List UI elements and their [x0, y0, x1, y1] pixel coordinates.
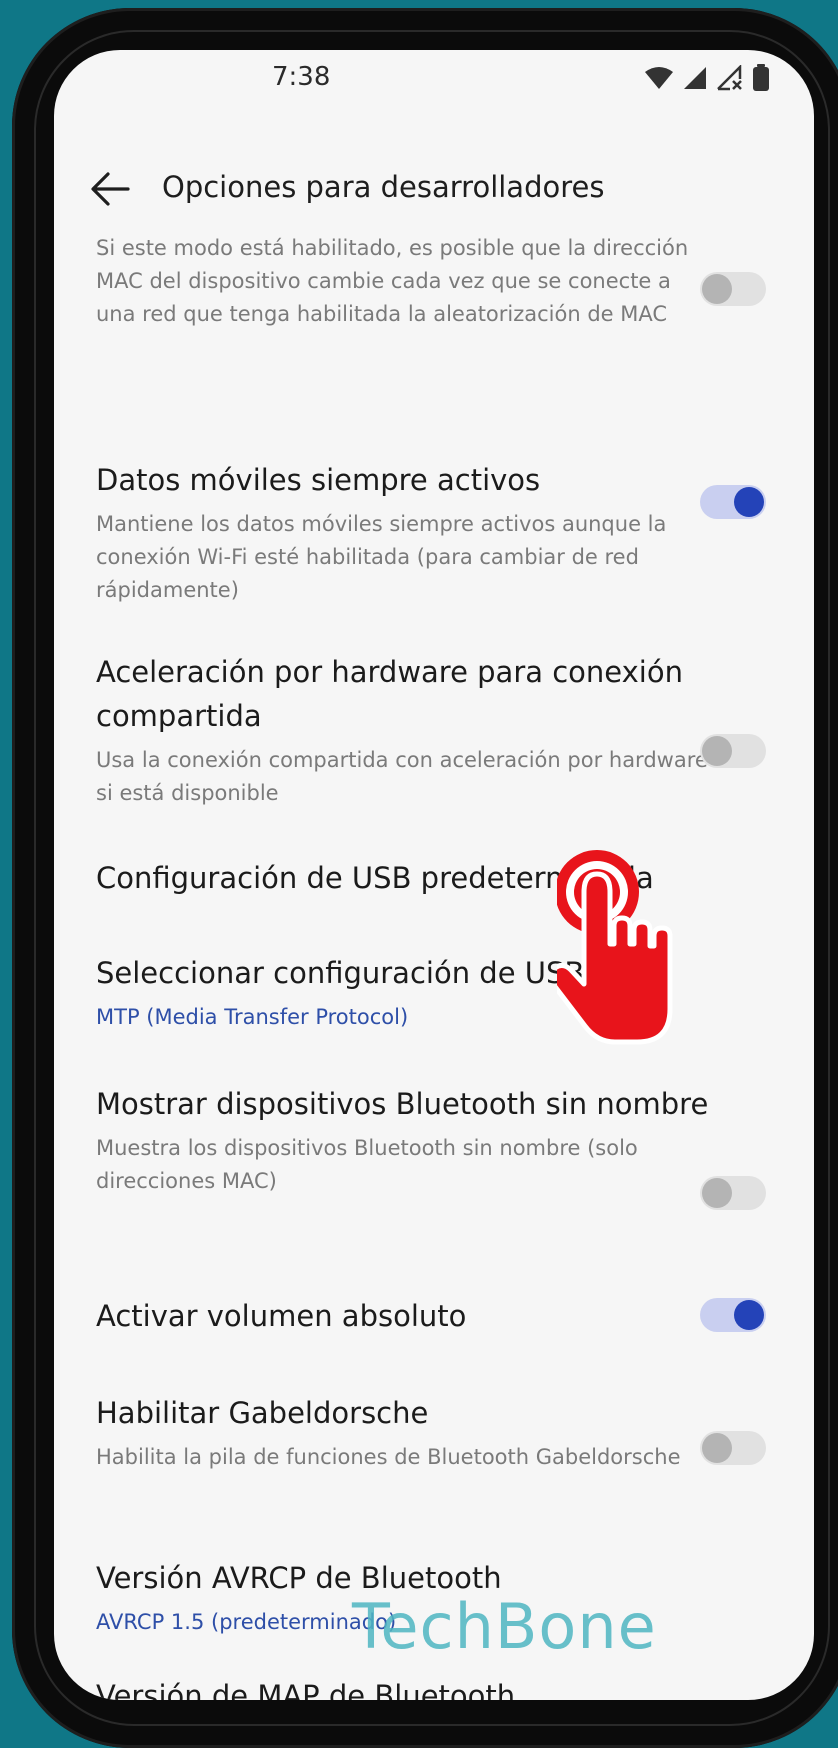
setting-description: Muestra los dispositivos Bluetooth sin n…	[96, 1136, 638, 1193]
signal-no-service-icon	[717, 65, 742, 91]
toggle-wifi-mac-randomization[interactable]	[700, 272, 766, 306]
toggle-mobile-data-always-active[interactable]	[700, 485, 766, 519]
status-time: 7:38	[272, 62, 331, 92]
toggle-knob	[702, 736, 732, 766]
toggle-tethering-hw-acceleration[interactable]	[700, 734, 766, 768]
status-bar: 7:38	[54, 50, 814, 130]
setting-title: Aceleración por hardware para conexión c…	[96, 655, 683, 733]
status-icons	[644, 64, 770, 92]
wifi-icon	[645, 67, 673, 89]
toggle-show-unnamed-bluetooth[interactable]	[700, 1176, 766, 1210]
phone-screen: 7:38 Opciones para desarrolladores Si es…	[54, 50, 814, 1700]
setting-title: Habilitar Gabeldorsche	[96, 1396, 429, 1430]
page-title: Opciones para desarrolladores	[162, 170, 605, 204]
setting-title: Datos móviles siempre activos	[96, 463, 541, 497]
setting-wifi-mac-randomization[interactable]: para conexiones Wi-Fi Si este modo está …	[96, 218, 716, 331]
arrow-left-icon[interactable]	[90, 172, 130, 206]
setting-title: Mostrar dispositivos Bluetooth sin nombr…	[96, 1087, 709, 1121]
toggle-knob	[702, 1433, 732, 1463]
toggle-knob	[734, 487, 764, 517]
signal-icon	[684, 67, 706, 89]
settings-list[interactable]: para conexiones Wi-Fi Si este modo está …	[54, 218, 814, 1700]
setting-absolute-volume[interactable]: Activar volumen absoluto	[96, 1294, 716, 1338]
setting-description: Usa la conexión compartida con aceleraci…	[96, 748, 708, 805]
setting-description: Habilita la pila de funciones de Bluetoo…	[96, 1445, 681, 1469]
setting-mobile-data-always-active[interactable]: Datos móviles siempre activos Mantiene l…	[96, 458, 716, 607]
setting-title: Versión de MAP de Bluetooth	[96, 1679, 516, 1700]
watermark: TechBone	[352, 1590, 657, 1663]
battery-icon	[753, 64, 769, 91]
app-bar: Opciones para desarrolladores	[54, 150, 814, 230]
setting-description: Si este modo está habilitado, es posible…	[96, 236, 689, 326]
setting-bluetooth-map-version[interactable]: Versión de MAP de Bluetooth	[96, 1674, 716, 1700]
setting-description: Mantiene los datos móviles siempre activ…	[96, 512, 667, 602]
toggle-absolute-volume[interactable]	[700, 1298, 766, 1332]
toggle-gabeldorsche[interactable]	[700, 1431, 766, 1465]
toggle-knob	[702, 1178, 732, 1208]
toggle-knob	[702, 274, 732, 304]
setting-title: Activar volumen absoluto	[96, 1299, 467, 1333]
setting-gabeldorsche[interactable]: Habilitar Gabeldorsche Habilita la pila …	[96, 1391, 716, 1474]
toggle-knob	[734, 1300, 764, 1330]
setting-show-unnamed-bluetooth[interactable]: Mostrar dispositivos Bluetooth sin nombr…	[96, 1082, 716, 1198]
setting-tethering-hw-acceleration[interactable]: Aceleración por hardware para conexión c…	[96, 650, 716, 810]
tap-hand-cursor-icon	[557, 850, 673, 1045]
